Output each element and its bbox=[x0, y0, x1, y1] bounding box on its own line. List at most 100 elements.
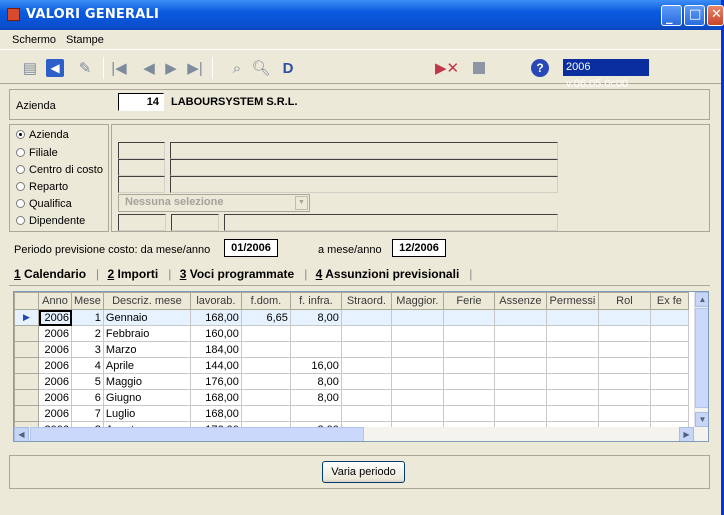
edit-icon[interactable]: ✎ bbox=[74, 59, 96, 77]
cell-anno[interactable]: 2006 bbox=[38, 341, 72, 358]
cell-rol[interactable] bbox=[597, 357, 651, 374]
radio-qualifica[interactable]: Qualifica bbox=[16, 198, 72, 210]
qualifica-select[interactable]: Nessuna selezione ▼ bbox=[118, 194, 310, 212]
cell-lavorabili[interactable]: 168,00 bbox=[189, 405, 242, 422]
col-header[interactable]: f. infra. bbox=[289, 292, 342, 310]
varia-periodo-button[interactable]: Varia periodo bbox=[322, 461, 405, 483]
table-row[interactable]: 2006 4 Aprile 144,00 16,00 bbox=[14, 357, 689, 374]
radio-dipendente[interactable]: Dipendente bbox=[16, 215, 85, 227]
cell-rol[interactable] bbox=[597, 341, 651, 358]
last-record-icon[interactable]: ▶| bbox=[185, 59, 205, 77]
scroll-up-icon[interactable]: ▲ bbox=[695, 292, 708, 307]
cell-ferie[interactable] bbox=[442, 309, 495, 326]
vertical-scroll-thumb[interactable] bbox=[695, 308, 708, 408]
cell-mese[interactable]: 5 bbox=[71, 373, 104, 390]
cell-mese[interactable]: 2 bbox=[71, 325, 104, 342]
cell-finfra[interactable]: 8,00 bbox=[289, 309, 342, 326]
cell-descrizione[interactable]: Aprile bbox=[102, 357, 191, 374]
cell-ferie[interactable] bbox=[442, 325, 495, 342]
dipendente-code-field[interactable] bbox=[118, 214, 166, 231]
cell-mese[interactable]: 6 bbox=[71, 389, 104, 406]
cell-finfra[interactable]: 8,00 bbox=[289, 389, 342, 406]
cell-maggior[interactable] bbox=[390, 389, 444, 406]
cell-maggior[interactable] bbox=[390, 373, 444, 390]
first-record-icon[interactable]: |◀ bbox=[110, 59, 128, 77]
col-header[interactable]: Permessi bbox=[545, 292, 599, 310]
radio-reparto[interactable]: Reparto bbox=[16, 181, 68, 193]
cell-anno[interactable]: 2006 bbox=[38, 309, 72, 326]
cell-mese[interactable]: 4 bbox=[71, 357, 104, 374]
cell-straord[interactable] bbox=[340, 405, 392, 422]
minimize-button[interactable]: _ bbox=[661, 5, 682, 26]
maximize-button[interactable]: □ bbox=[684, 5, 705, 26]
cell-descrizione[interactable]: Marzo bbox=[102, 341, 191, 358]
radio-azienda[interactable]: Azienda bbox=[16, 129, 69, 141]
col-header[interactable]: Ex fe bbox=[649, 292, 689, 310]
col-header[interactable]: Rol bbox=[597, 292, 651, 310]
reparto-name-field[interactable] bbox=[170, 176, 558, 193]
next-record-icon[interactable]: ▶ bbox=[163, 59, 179, 77]
filiale-code-field[interactable] bbox=[118, 142, 165, 159]
cell-anno[interactable]: 2006 bbox=[38, 389, 72, 406]
cell-permessi[interactable] bbox=[545, 357, 599, 374]
cell-anno[interactable]: 2006 bbox=[38, 325, 72, 342]
cell-permessi[interactable] bbox=[545, 341, 599, 358]
cell-ferie[interactable] bbox=[442, 373, 495, 390]
cell-lavorabili[interactable]: 144,00 bbox=[189, 357, 242, 374]
cell-rol[interactable] bbox=[597, 389, 651, 406]
cell-lavorabili[interactable]: 168,00 bbox=[189, 389, 242, 406]
cell-assenze[interactable] bbox=[493, 341, 547, 358]
cell-straord[interactable] bbox=[340, 341, 392, 358]
cell-rol[interactable] bbox=[597, 325, 651, 342]
cell-fdom[interactable] bbox=[240, 325, 291, 342]
tab-voci-programmate[interactable]: 3 Voci programmate bbox=[180, 267, 300, 281]
table-row[interactable]: 2006 6 Giugno 168,00 8,00 bbox=[14, 389, 689, 406]
table-row[interactable]: 2006 2 Febbraio 160,00 bbox=[14, 325, 689, 342]
radio-filiale[interactable]: Filiale bbox=[16, 147, 58, 159]
cell-fdom[interactable] bbox=[240, 357, 291, 374]
cell-straord[interactable] bbox=[340, 389, 392, 406]
cell-fdom[interactable] bbox=[240, 405, 291, 422]
periodo-from-field[interactable]: 01/2006 bbox=[224, 239, 278, 257]
cell-fdom[interactable] bbox=[240, 389, 291, 406]
cell-finfra[interactable] bbox=[289, 341, 342, 358]
col-header[interactable]: Ferie bbox=[442, 292, 495, 310]
cell-anno[interactable]: 2006 bbox=[38, 373, 72, 390]
cell-assenze[interactable] bbox=[493, 405, 547, 422]
stop-icon[interactable] bbox=[471, 59, 487, 77]
cell-straord[interactable] bbox=[340, 325, 392, 342]
table-row[interactable]: 2006 3 Marzo 184,00 bbox=[14, 341, 689, 358]
scroll-down-icon[interactable]: ▼ bbox=[695, 412, 708, 427]
vertical-scrollbar[interactable]: ▲ ▼ bbox=[694, 292, 708, 427]
cell-straord[interactable] bbox=[340, 357, 392, 374]
cell-finfra[interactable]: 16,00 bbox=[289, 357, 342, 374]
col-header[interactable]: Assenze bbox=[493, 292, 547, 310]
calendar-grid[interactable]: Anno Mese Descriz. mese lavorab. f.dom. … bbox=[13, 291, 709, 442]
azienda-code-field[interactable]: 14 bbox=[118, 93, 164, 111]
cell-descrizione[interactable]: Luglio bbox=[102, 405, 191, 422]
cell-assenze[interactable] bbox=[493, 389, 547, 406]
cell-anno[interactable]: 2006 bbox=[38, 357, 72, 374]
cell-permessi[interactable] bbox=[545, 405, 599, 422]
help-icon[interactable]: ? bbox=[531, 59, 549, 77]
tab-importi[interactable]: 2 Importi bbox=[108, 267, 164, 281]
cell-straord[interactable] bbox=[340, 373, 392, 390]
radio-centro-di-costo[interactable]: Centro di costo bbox=[16, 164, 103, 176]
table-row[interactable]: 2006 7 Luglio 168,00 bbox=[14, 405, 689, 422]
col-header[interactable]: Maggior. bbox=[390, 292, 444, 310]
cell-exfe[interactable] bbox=[649, 325, 689, 342]
cell-assenze[interactable] bbox=[493, 373, 547, 390]
dipendente-name-field[interactable] bbox=[224, 214, 558, 231]
cell-finfra[interactable] bbox=[289, 405, 342, 422]
col-header[interactable]: lavorab. bbox=[189, 292, 242, 310]
cell-rol[interactable] bbox=[597, 373, 651, 390]
tab-assunzioni-previsionali[interactable]: 4 Assunzioni previsionali bbox=[316, 267, 465, 281]
menu-schermo[interactable]: Schermo bbox=[12, 34, 56, 46]
dipendente-subcode-field[interactable] bbox=[171, 214, 219, 231]
cell-exfe[interactable] bbox=[649, 357, 689, 374]
cell-descrizione[interactable]: Febbraio bbox=[102, 325, 191, 342]
cell-fdom[interactable] bbox=[240, 373, 291, 390]
periodo-to-field[interactable]: 12/2006 bbox=[392, 239, 446, 257]
col-header[interactable]: Descriz. mese bbox=[102, 292, 191, 310]
centro-costo-code-field[interactable] bbox=[118, 159, 165, 176]
